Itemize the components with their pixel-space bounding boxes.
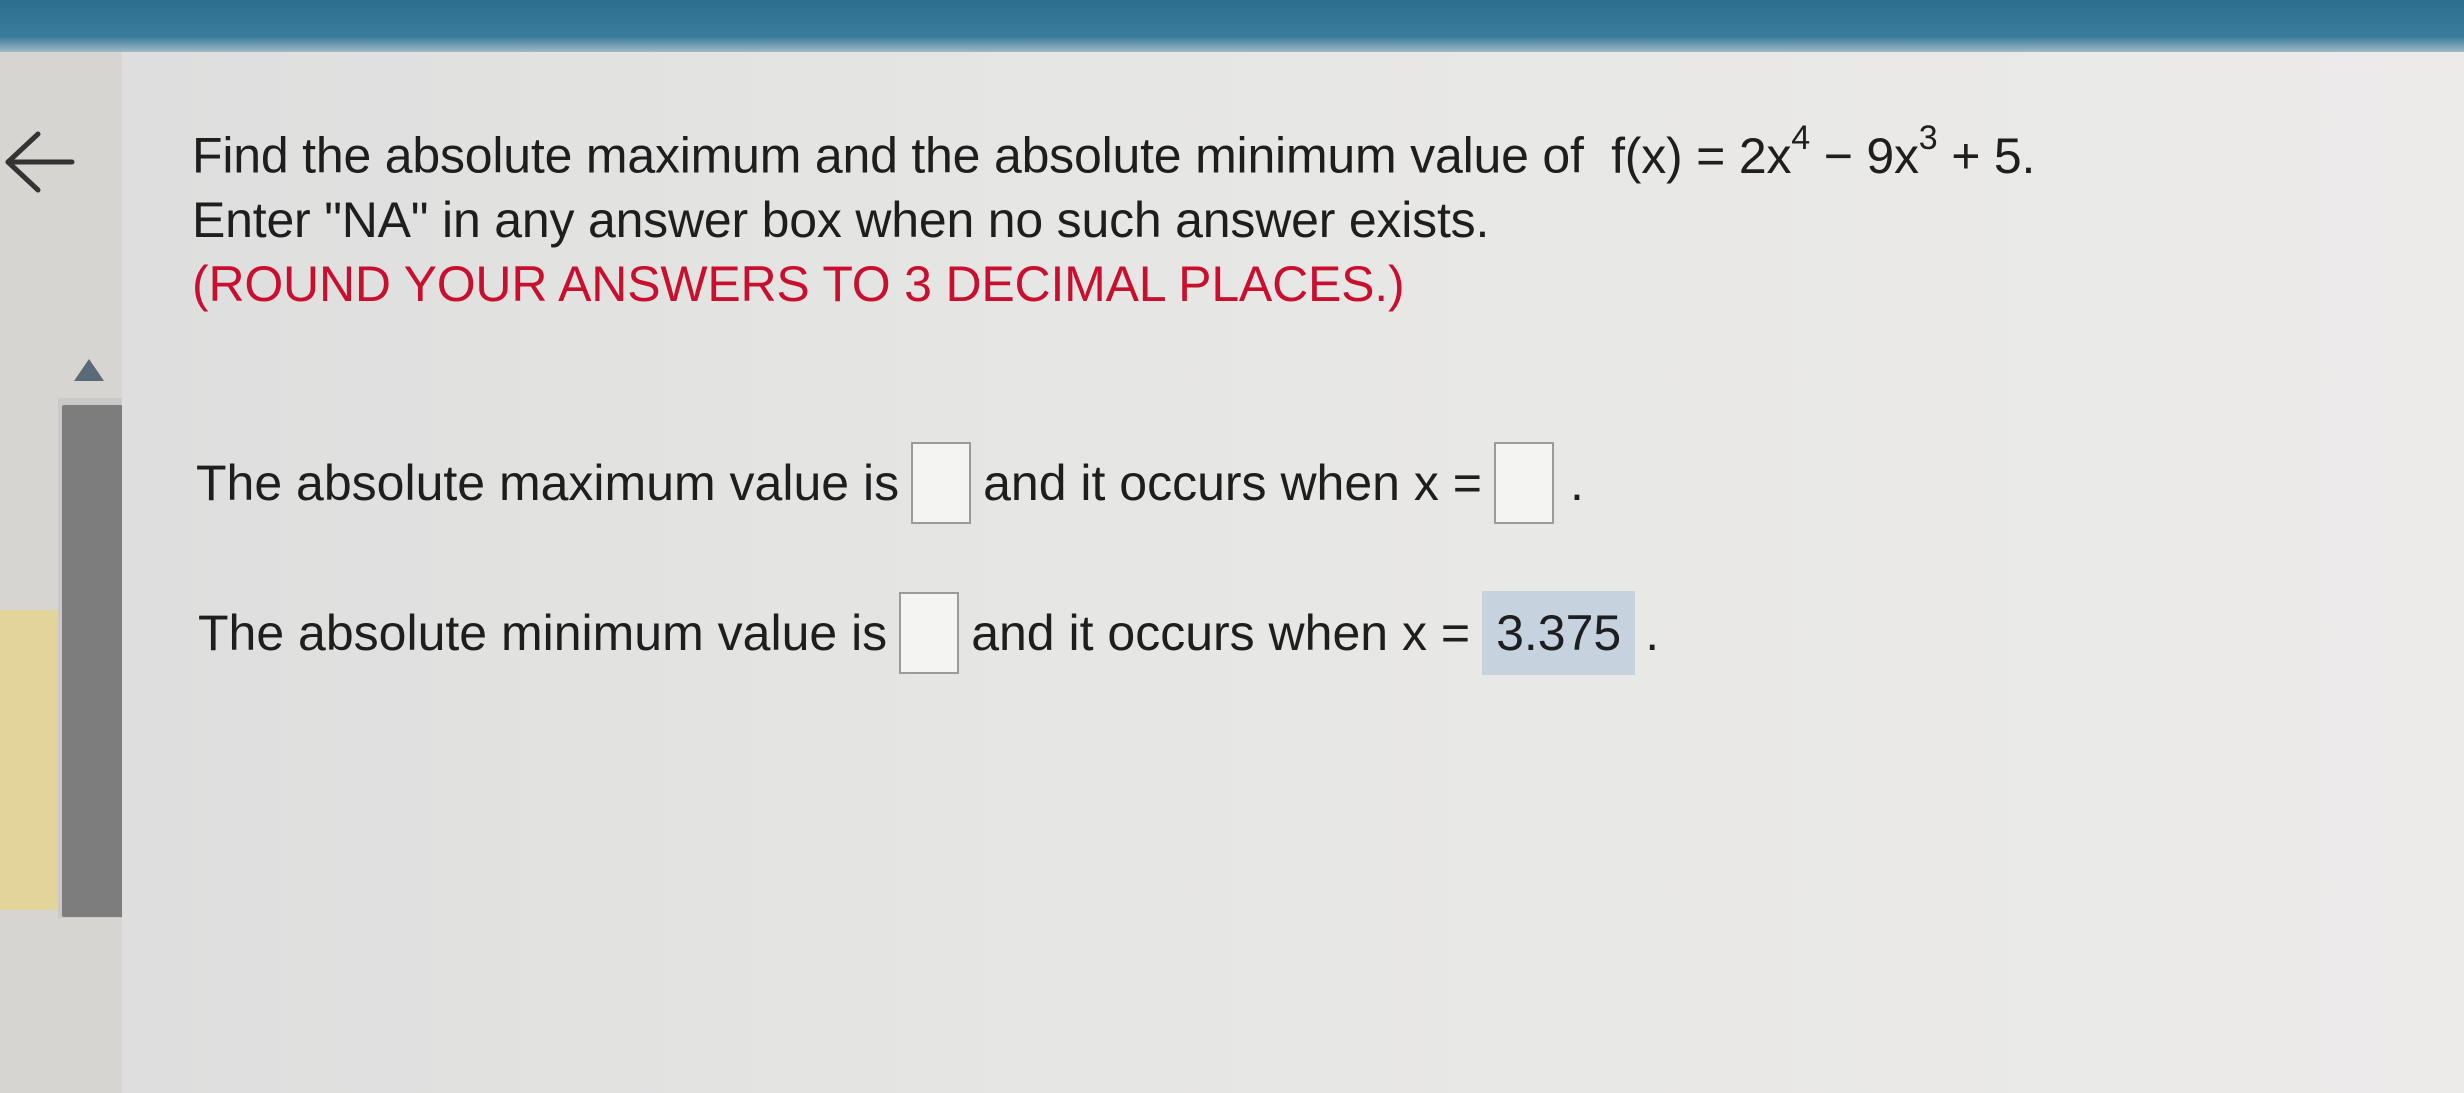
function-expression: f(x) = 2x4 − 9x3 + 5. <box>1611 119 2036 184</box>
function-lhs: f(x) = 2x <box>1611 127 1792 184</box>
function-mid: − 9x <box>1810 127 1919 184</box>
min-x-input[interactable]: 3.375 <box>1482 591 1636 675</box>
min-prefix: The absolute minimum value is <box>198 605 888 661</box>
max-middle: and it occurs when x = <box>983 455 1482 511</box>
min-period: . <box>1645 605 1660 661</box>
max-prefix: The absolute maximum value is <box>196 455 900 511</box>
exponent-4: 4 <box>1791 119 1810 157</box>
min-middle: and it occurs when x = <box>971 605 1471 661</box>
max-period: . <box>1569 455 1584 511</box>
question-line-1: Find the absolute maximum and the absolu… <box>192 112 2035 188</box>
max-answer-row: The absolute maximum value is and it occ… <box>196 438 1584 528</box>
max-value-input[interactable] <box>911 442 972 524</box>
min-value-input[interactable] <box>899 592 960 674</box>
function-end: + 5. <box>1937 127 2036 184</box>
exponent-3: 3 <box>1918 119 1938 157</box>
side-tab[interactable] <box>0 610 58 910</box>
scrollbar-thumb[interactable] <box>62 405 124 917</box>
rounding-instruction: (ROUND YOUR ANSWERS TO 3 DECIMAL PLACES.… <box>192 255 1405 312</box>
min-answer-row: The absolute minimum value is and it occ… <box>198 588 1659 678</box>
max-x-input[interactable] <box>1493 442 1554 524</box>
back-arrow-icon[interactable] <box>0 122 80 202</box>
scroll-up-triangle-icon[interactable] <box>70 355 108 385</box>
question-text: Find the absolute maximum and the absolu… <box>192 112 2035 316</box>
top-bar <box>0 0 2464 52</box>
question-prefix: Find the absolute maximum and the absolu… <box>192 127 1584 184</box>
question-line-2: Enter "NA" in any answer box when no suc… <box>192 191 1490 248</box>
